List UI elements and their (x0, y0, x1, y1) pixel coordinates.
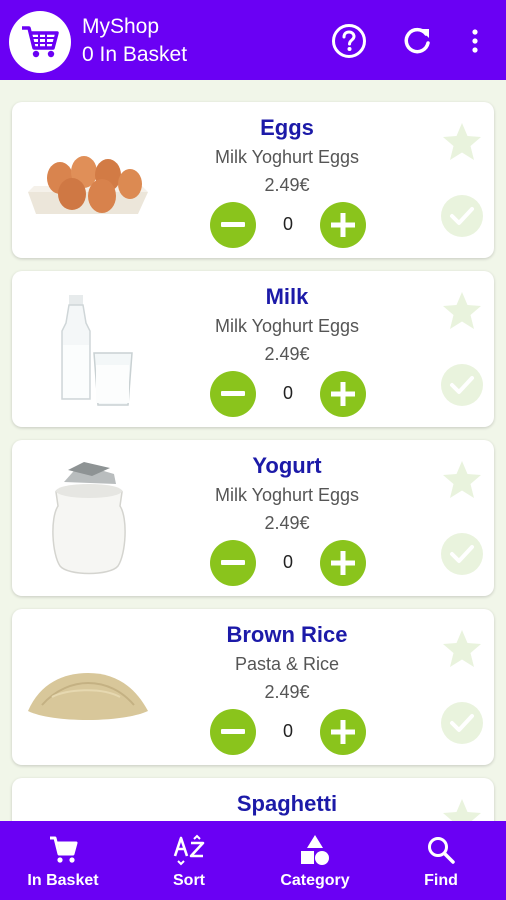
app-title: MyShop (82, 15, 160, 38)
product-name: Yogurt (252, 453, 322, 478)
favorite-star-icon[interactable] (440, 796, 484, 821)
help-circle-icon (332, 24, 366, 58)
increase-quantity-button[interactable] (320, 371, 366, 417)
product-price: 2.49€ (264, 682, 310, 702)
plus-icon (331, 213, 355, 237)
product-name: Milk (265, 284, 309, 309)
overflow-menu-button[interactable] (460, 22, 490, 60)
decrease-quantity-button[interactable] (210, 709, 256, 755)
nav-label: Find (424, 872, 458, 889)
cart-logo-icon (9, 11, 71, 73)
plus-icon (331, 382, 355, 406)
nav-label: Category (280, 872, 350, 889)
refresh-button[interactable] (398, 22, 436, 60)
quantity-value: 0 (282, 214, 293, 234)
plus-icon (331, 720, 355, 744)
favorite-star-icon[interactable] (440, 458, 484, 502)
favorite-star-icon[interactable] (440, 627, 484, 671)
rice-image (22, 627, 152, 747)
quantity-value: 0 (282, 721, 293, 741)
cart-icon (50, 836, 78, 863)
quantity-value: 0 (282, 552, 293, 572)
product-card[interactable]: Spaghetti (12, 778, 494, 821)
minus-icon (221, 560, 245, 565)
app-bar: MyShop 0 In Basket (0, 0, 506, 80)
minus-icon (221, 222, 245, 227)
product-card[interactable]: Yogurt Milk Yoghurt Eggs 2.49€ 0 (12, 440, 494, 596)
product-category: Milk Yoghurt Eggs (214, 147, 360, 167)
yogurt-image (22, 458, 152, 578)
product-category: Milk Yoghurt Eggs (214, 485, 360, 505)
product-name: Brown Rice (226, 622, 348, 647)
nav-in-basket[interactable]: In Basket (0, 821, 126, 900)
category-icon (301, 835, 329, 865)
decrease-quantity-button[interactable] (210, 540, 256, 586)
favorite-star-icon[interactable] (440, 120, 484, 164)
nav-sort[interactable]: Sort (126, 821, 252, 900)
check-circle-icon[interactable] (440, 363, 484, 407)
nav-find[interactable]: Find (378, 821, 504, 900)
product-price: 2.49€ (264, 344, 310, 364)
favorite-star-icon[interactable] (440, 289, 484, 333)
search-icon (428, 837, 455, 864)
product-card[interactable]: Eggs Milk Yoghurt Eggs 2.49€ 0 (12, 102, 494, 258)
check-circle-icon[interactable] (440, 532, 484, 576)
decrease-quantity-button[interactable] (210, 371, 256, 417)
product-price: 2.49€ (264, 175, 310, 195)
basket-count: 0 In Basket (82, 43, 188, 66)
nav-label: Sort (173, 872, 205, 889)
nav-category[interactable]: Category (252, 821, 378, 900)
plus-icon (331, 551, 355, 575)
minus-icon (221, 391, 245, 396)
check-circle-icon[interactable] (440, 701, 484, 745)
product-name: Eggs (260, 115, 314, 140)
product-price: 2.49€ (264, 513, 310, 533)
eggs-image (22, 120, 152, 240)
nav-label: In Basket (27, 872, 99, 889)
refresh-icon (404, 27, 430, 54)
product-card[interactable]: Brown Rice Pasta & Rice 2.49€ 0 (12, 609, 494, 765)
sort-az-icon (173, 834, 205, 866)
increase-quantity-button[interactable] (320, 540, 366, 586)
decrease-quantity-button[interactable] (210, 202, 256, 248)
increase-quantity-button[interactable] (320, 709, 366, 755)
quantity-value: 0 (282, 383, 293, 403)
increase-quantity-button[interactable] (320, 202, 366, 248)
product-category: Milk Yoghurt Eggs (214, 316, 360, 336)
check-circle-icon[interactable] (440, 194, 484, 238)
product-list[interactable]: Eggs Milk Yoghurt Eggs 2.49€ 0 Milk Milk… (0, 80, 506, 821)
product-category: Pasta & Rice (234, 654, 340, 674)
product-name: Spaghetti (236, 791, 338, 816)
help-button[interactable] (330, 22, 368, 60)
minus-icon (221, 729, 245, 734)
product-card[interactable]: Milk Milk Yoghurt Eggs 2.49€ 0 (12, 271, 494, 427)
milk-image (22, 289, 152, 409)
more-vert-icon (472, 29, 478, 53)
bottom-navigation: In Basket Sort Category Find (0, 821, 506, 900)
